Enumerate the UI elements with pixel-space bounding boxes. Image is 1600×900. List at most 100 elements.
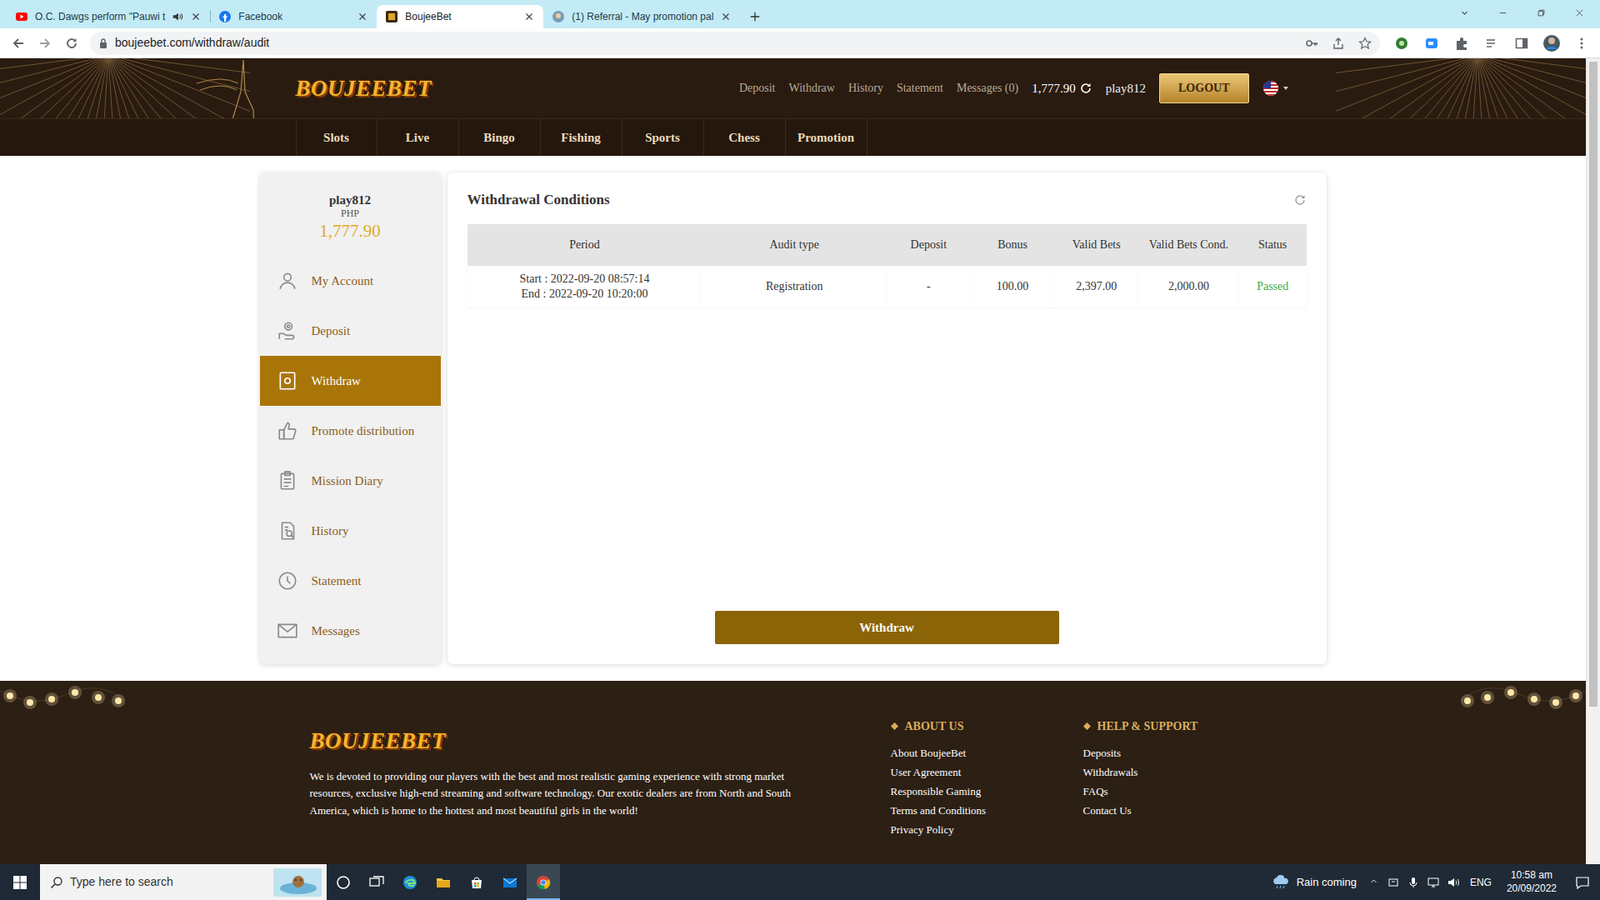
nav-item[interactable]: Bingo xyxy=(459,119,541,156)
windows-start-icon[interactable] xyxy=(0,864,40,900)
panel-header: Withdrawal Conditions xyxy=(467,189,1307,211)
input-language[interactable]: ENG xyxy=(1466,875,1495,890)
tab-search-icon[interactable] xyxy=(1446,0,1485,29)
sidebar-item[interactable]: Statement xyxy=(260,555,441,606)
reload-icon[interactable] xyxy=(60,31,84,55)
sidebar-item[interactable]: Mission Diary xyxy=(260,455,441,506)
sidebar-label: Statement xyxy=(311,571,362,591)
scrollbar[interactable] xyxy=(1585,58,1600,865)
username: play812 xyxy=(1105,79,1146,99)
column-header: Deposit xyxy=(886,224,971,266)
footer-about: BOUJEEBETWe is devoted to providing our … xyxy=(310,717,891,840)
sidebar-user: play812PHP1,777.90 xyxy=(260,192,441,256)
footer-link[interactable]: About BoujeeBet xyxy=(890,743,1084,763)
top-link[interactable]: History xyxy=(848,79,884,97)
language-selector[interactable] xyxy=(1262,80,1290,97)
footer-link[interactable]: Withdrawals xyxy=(1083,762,1276,782)
tray-chevron-icon[interactable] xyxy=(1370,877,1380,888)
profile-avatar-icon[interactable] xyxy=(1540,31,1564,55)
forward-icon[interactable] xyxy=(33,31,57,55)
microphone-icon[interactable] xyxy=(1406,875,1420,890)
footer-link[interactable]: User Agreement xyxy=(890,762,1084,782)
mail-icon[interactable] xyxy=(493,864,527,900)
minimize-icon[interactable] xyxy=(1485,0,1524,29)
footer-link[interactable]: Privacy Policy xyxy=(890,820,1084,840)
sidebar-item[interactable]: Messages xyxy=(260,605,441,656)
menu-kebab-icon[interactable] xyxy=(1570,31,1594,55)
explorer-icon[interactable] xyxy=(426,864,460,900)
close-icon[interactable] xyxy=(356,10,369,23)
top-link[interactable]: Messages (0) xyxy=(956,79,1019,97)
close-window-icon[interactable] xyxy=(1561,0,1600,29)
close-icon[interactable] xyxy=(190,10,202,23)
reading-list-icon[interactable] xyxy=(1480,31,1504,55)
footer-logo: BOUJEEBET xyxy=(310,724,891,759)
notifications-icon[interactable] xyxy=(1568,875,1597,890)
edge-icon[interactable] xyxy=(393,864,427,900)
history-icon xyxy=(276,520,299,542)
sidebar-item[interactable]: Promote distribution xyxy=(260,405,441,456)
search-input[interactable] xyxy=(70,873,267,891)
side-panel-icon[interactable] xyxy=(1510,31,1534,55)
browser-tab[interactable]: Facebook xyxy=(210,5,377,29)
puzzle-icon[interactable] xyxy=(1450,31,1474,55)
network-icon[interactable] xyxy=(1426,875,1440,890)
top-link[interactable]: Deposit xyxy=(739,79,776,97)
nav-item[interactable]: Slots xyxy=(295,119,378,156)
scroll-thumb[interactable] xyxy=(1589,61,1598,707)
footer-link[interactable]: Terms and Conditions xyxy=(890,800,1084,820)
withdraw-button[interactable]: Withdraw xyxy=(715,610,1060,645)
sidebar-item[interactable]: Withdraw xyxy=(260,355,441,406)
new-tab-icon[interactable] xyxy=(743,5,767,29)
sidebar-item[interactable]: History xyxy=(260,505,441,556)
back-icon[interactable] xyxy=(6,31,30,55)
taskbar: Rain comingENG10:58 am20/09/2022 xyxy=(0,864,1600,900)
nav-item[interactable]: Fishing xyxy=(540,119,623,156)
taskview-icon[interactable] xyxy=(360,864,394,900)
clock[interactable]: 10:58 am20/09/2022 xyxy=(1501,869,1562,895)
footer-link[interactable]: FAQs xyxy=(1083,781,1276,801)
nav-item[interactable]: Chess xyxy=(704,119,786,156)
footer-link[interactable]: Contact Us xyxy=(1083,800,1276,820)
refresh-icon[interactable] xyxy=(1293,193,1307,207)
nav-item[interactable]: Live xyxy=(377,119,460,156)
volume-icon[interactable] xyxy=(1446,875,1460,890)
sidebar-item[interactable]: Deposit xyxy=(260,305,441,356)
browser-tab[interactable]: O.C. Dawgs perform "Pauwi t xyxy=(6,5,210,29)
balance: 1,777.90 xyxy=(1031,79,1093,99)
footer-link[interactable]: Deposits xyxy=(1083,743,1276,763)
close-icon[interactable] xyxy=(720,10,732,23)
sidebar-item[interactable]: My Account xyxy=(260,255,441,306)
address-text: boujeebet.com/withdraw/audit xyxy=(115,34,270,52)
nav-item[interactable]: Sports xyxy=(622,119,705,156)
store-icon[interactable] xyxy=(460,864,494,900)
speaker-icon[interactable] xyxy=(171,10,184,23)
address-bar[interactable]: boujeebet.com/withdraw/audit xyxy=(90,31,1380,55)
browser-tab[interactable]: BoujeeBet xyxy=(376,5,544,29)
key-icon[interactable] xyxy=(1305,36,1319,50)
refresh-icon[interactable] xyxy=(1079,81,1093,95)
extension-icon[interactable] xyxy=(1390,31,1414,55)
site-logo[interactable]: BOUJEEBET xyxy=(295,71,433,106)
close-icon[interactable] xyxy=(523,10,535,23)
onedrive-icon[interactable] xyxy=(1386,875,1400,890)
bookmark-star-icon[interactable] xyxy=(1358,36,1372,50)
column-header: Valid Bets xyxy=(1054,224,1139,266)
nav-item[interactable]: Promotion xyxy=(785,119,868,156)
logout-button[interactable]: LOGOUT xyxy=(1159,73,1249,105)
table-head: PeriodAudit typeDepositBonusValid BetsVa… xyxy=(467,224,1307,266)
top-link[interactable]: Statement xyxy=(896,79,944,97)
cortana-icon[interactable] xyxy=(326,864,360,900)
footer-link[interactable]: Responsible Gaming xyxy=(890,781,1084,801)
column-header: Status xyxy=(1239,224,1307,266)
withdrawal-panel: Withdrawal Conditions PeriodAudit typeDep… xyxy=(447,172,1327,665)
browser-tab[interactable]: (1) Referral - May promotion pal xyxy=(543,5,740,29)
chrome-icon[interactable] xyxy=(526,864,560,900)
taskbar-search[interactable] xyxy=(40,864,327,900)
zoom-icon[interactable] xyxy=(1420,31,1444,55)
account-bar: Deposit Withdraw History Statement Messages … xyxy=(739,73,1290,105)
bonus-cell: 100.00 xyxy=(970,265,1055,308)
top-link[interactable]: Withdraw xyxy=(789,79,835,97)
share-icon[interactable] xyxy=(1331,36,1345,50)
restore-icon[interactable] xyxy=(1523,0,1562,29)
